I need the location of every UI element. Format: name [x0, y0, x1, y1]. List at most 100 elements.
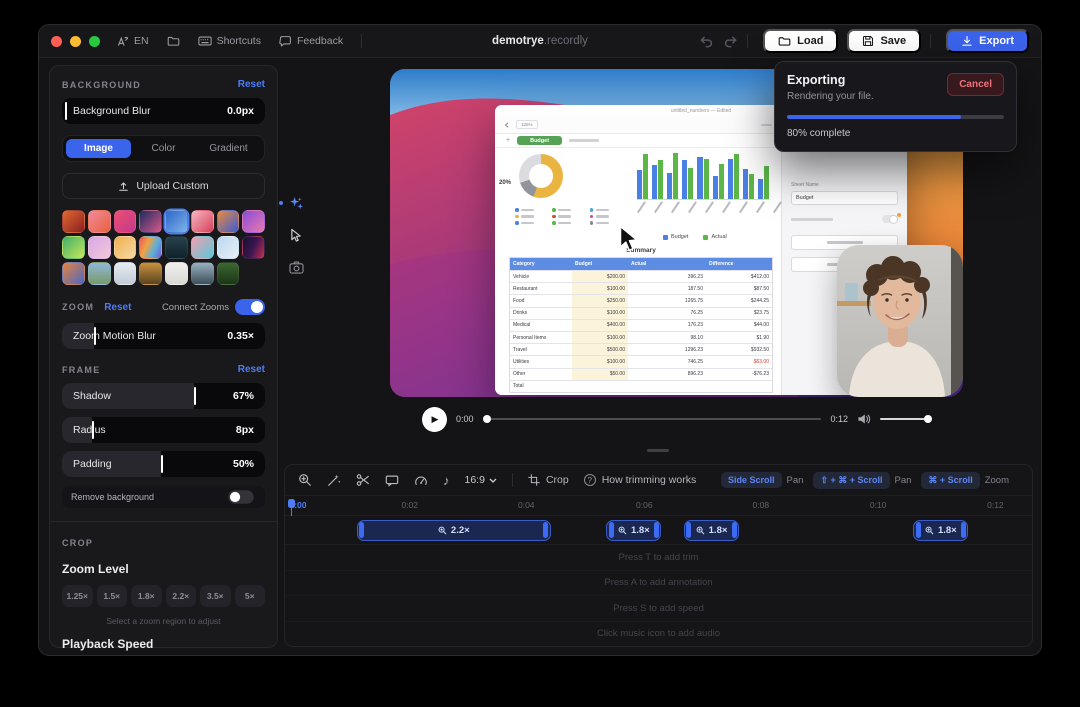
project-name: demotrye: [492, 35, 544, 47]
background-thumbnail[interactable]: [139, 210, 162, 233]
play-button[interactable]: ▶: [422, 407, 447, 432]
legend-item: [515, 215, 544, 219]
zoom-section-label: ZOOM: [62, 302, 94, 312]
maximize-button[interactable]: [89, 36, 100, 47]
auto-edit-button[interactable]: [327, 473, 341, 487]
slider-handle[interactable]: [65, 102, 67, 120]
background-tab[interactable]: Color: [131, 139, 196, 158]
frame-slider[interactable]: Padding 50%: [62, 451, 265, 477]
track-row[interactable]: Press S to add speed: [285, 596, 1032, 622]
track-hint-label: Click music icon to add audio: [597, 628, 720, 639]
current-time: 0:00: [456, 414, 474, 424]
volume-slider[interactable]: [880, 418, 932, 420]
track-row[interactable]: Press A to add annotation: [285, 571, 1032, 597]
effects-tool-button[interactable]: [288, 195, 304, 211]
frame-slider[interactable]: Shadow 67%: [62, 383, 265, 409]
project-folder-button[interactable]: [167, 35, 180, 48]
zoom-level-option[interactable]: 5×: [235, 585, 266, 607]
background-reset-link[interactable]: Reset: [238, 79, 265, 90]
zoom-region[interactable]: 1.8×: [606, 520, 661, 541]
background-thumbnail[interactable]: [88, 210, 111, 233]
background-thumbnail[interactable]: [139, 262, 162, 285]
background-thumbnail[interactable]: [114, 262, 137, 285]
close-button[interactable]: [51, 36, 62, 47]
background-thumbnail[interactable]: [242, 236, 265, 259]
upload-custom-button[interactable]: Upload Custom: [62, 173, 265, 199]
sheet-name-label: Sheet Name: [791, 182, 898, 188]
add-sheet-icon: +: [506, 137, 510, 144]
background-thumbnail[interactable]: [191, 236, 214, 259]
export-button[interactable]: Export: [946, 29, 1029, 53]
background-thumbnail[interactable]: [62, 262, 85, 285]
load-button[interactable]: Load: [763, 29, 838, 53]
zoom-region[interactable]: 2.2×: [357, 520, 551, 541]
zoom-region[interactable]: 1.8×: [684, 520, 739, 541]
track-row[interactable]: Press T to add trim: [285, 545, 1032, 571]
zoom-regions-track[interactable]: 2.2× 1.8× 1.8× 1.8×: [285, 516, 1032, 545]
background-thumbnail[interactable]: [165, 236, 188, 259]
playback-speed-title: Playback Speed: [62, 637, 265, 651]
background-thumbnail[interactable]: [88, 236, 111, 259]
help-button[interactable]: ? How trimming works: [584, 474, 697, 486]
aspect-ratio-dropdown[interactable]: 16:9: [465, 474, 497, 486]
zoom-level-option[interactable]: 1.5×: [97, 585, 128, 607]
redo-button[interactable]: [723, 35, 738, 48]
background-thumbnail[interactable]: [217, 236, 240, 259]
annotation-button[interactable]: [385, 474, 399, 487]
background-thumbnail[interactable]: [88, 262, 111, 285]
background-thumbnail[interactable]: [139, 236, 162, 259]
seek-bar[interactable]: [483, 418, 822, 420]
feedback-button[interactable]: Feedback: [279, 35, 343, 48]
table-header-cell: Category: [510, 258, 572, 270]
background-blur-slider[interactable]: Background Blur 0.0px: [62, 98, 265, 124]
undo-button[interactable]: [699, 35, 714, 48]
timeline-zoom-button[interactable]: [298, 473, 312, 487]
background-thumbnail[interactable]: [242, 210, 265, 233]
speed-button[interactable]: [414, 474, 428, 487]
zoom-level-option[interactable]: 1.8×: [131, 585, 162, 607]
zoom-region[interactable]: 1.8×: [913, 520, 968, 541]
music-button[interactable]: ♪: [443, 473, 450, 488]
background-thumbnail[interactable]: [165, 262, 188, 285]
background-thumbnail[interactable]: [217, 210, 240, 233]
cancel-export-button[interactable]: Cancel: [947, 73, 1004, 96]
frame-reset-link[interactable]: Reset: [238, 364, 265, 375]
background-tab[interactable]: Gradient: [196, 139, 261, 158]
slider-handle[interactable]: [194, 387, 196, 405]
connect-zooms-toggle[interactable]: [235, 299, 265, 315]
background-thumbnail[interactable]: [217, 262, 240, 285]
remove-background-toggle[interactable]: [228, 490, 254, 504]
zoom-level-option[interactable]: 2.2×: [166, 585, 197, 607]
zoom-level-option[interactable]: 1.25×: [62, 585, 93, 607]
trim-button[interactable]: [356, 473, 370, 487]
zoom-motion-blur-slider[interactable]: Zoom Motion Blur 0.35×: [62, 323, 265, 349]
camera-tool-button[interactable]: [288, 259, 304, 275]
zoom-reset-link[interactable]: Reset: [104, 302, 131, 313]
webcam-overlay[interactable]: [837, 245, 963, 397]
crop-button[interactable]: Crop: [528, 474, 569, 486]
background-thumbnail[interactable]: [191, 210, 214, 233]
minimize-button[interactable]: [70, 36, 81, 47]
panel-resize-handle[interactable]: [647, 449, 669, 452]
slider-handle[interactable]: [161, 455, 163, 473]
timeline-ruler[interactable]: 0:00 0:02 0:04 0:06 0:08 0:10 0:12: [285, 496, 1032, 516]
background-thumbnail[interactable]: [62, 236, 85, 259]
background-thumbnail[interactable]: [114, 210, 137, 233]
shortcuts-button[interactable]: Shortcuts: [198, 35, 261, 47]
background-thumbnail[interactable]: [62, 210, 85, 233]
frame-slider[interactable]: Radius 8px: [62, 417, 265, 443]
background-thumbnail[interactable]: [114, 236, 137, 259]
language-button[interactable]: EN: [116, 35, 149, 48]
axis-label-placeholder: [637, 202, 650, 224]
seek-handle[interactable]: [483, 415, 491, 423]
zoom-level-option[interactable]: 3.5×: [200, 585, 231, 607]
track-row[interactable]: Click music icon to add audio: [285, 622, 1032, 647]
background-thumbnail[interactable]: [165, 210, 188, 233]
table-total-row: Total: [510, 380, 772, 392]
background-thumbnail[interactable]: [191, 262, 214, 285]
table-row: Personal Items$100.0098.10$1.90: [510, 331, 772, 343]
volume-handle[interactable]: [924, 415, 932, 423]
background-tab[interactable]: Image: [66, 139, 131, 158]
save-button[interactable]: Save: [847, 29, 921, 53]
cursor-tool-button[interactable]: [288, 227, 304, 243]
